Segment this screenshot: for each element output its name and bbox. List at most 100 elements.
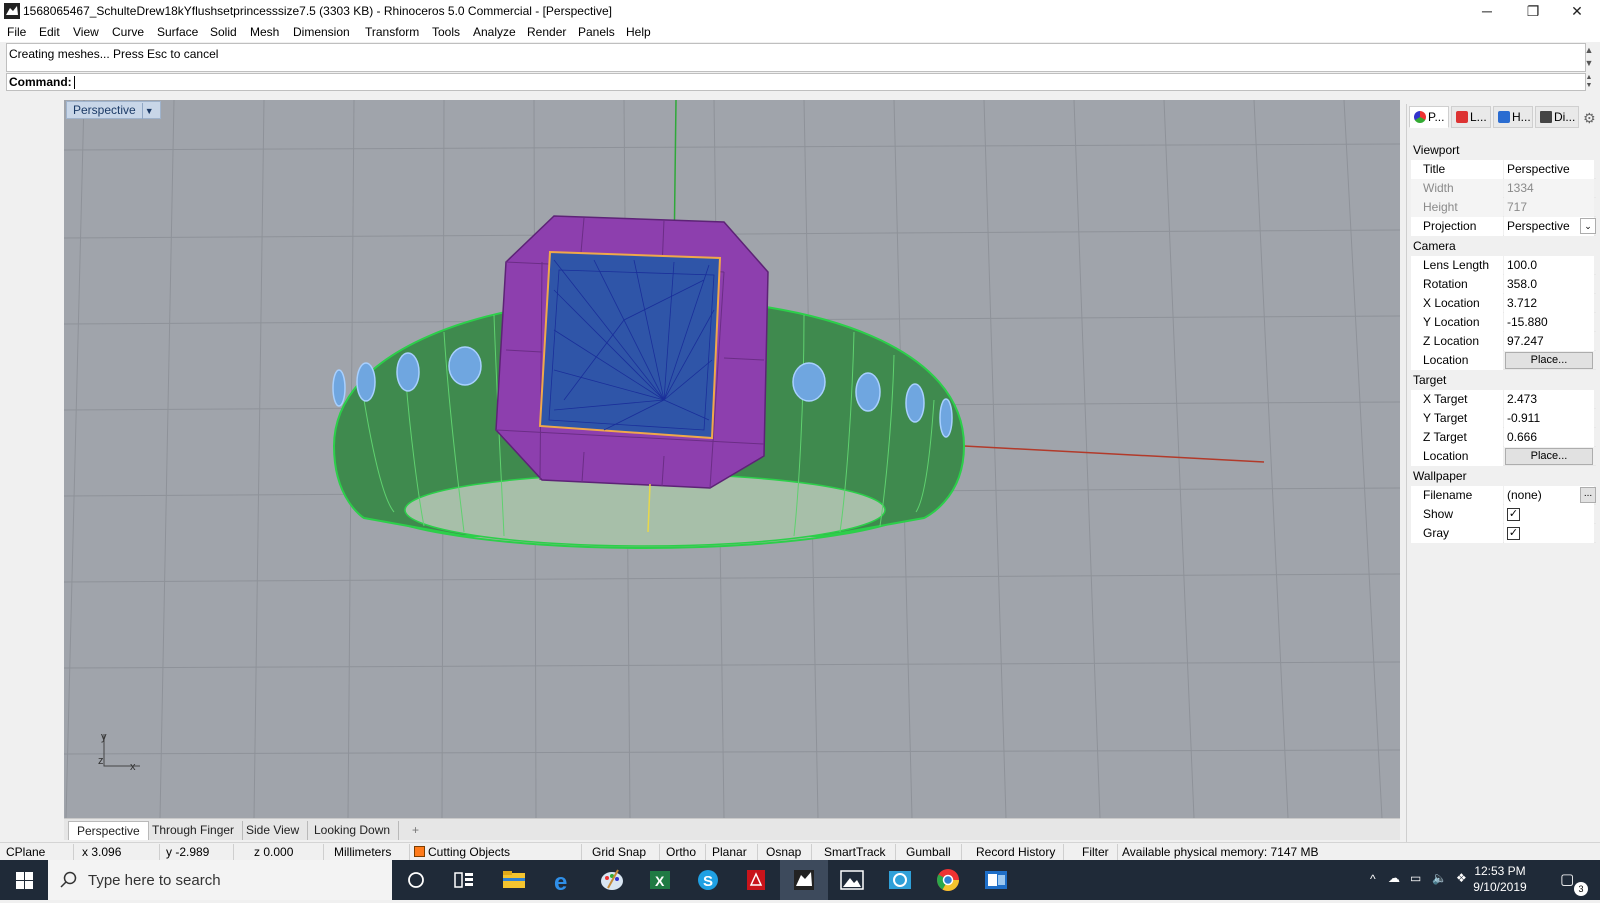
properties-grid: Viewport Title Perspective Width 1334 Heig… — [1411, 140, 1596, 543]
menu-edit[interactable]: Edit — [39, 25, 60, 39]
menu-help[interactable]: Help — [626, 25, 651, 39]
panel-settings-gear-icon[interactable]: ⚙ — [1583, 110, 1596, 127]
menu-render[interactable]: Render — [527, 25, 566, 39]
svg-text:e: e — [554, 869, 567, 896]
viewport-title-tab[interactable]: Perspective ▼ — [66, 101, 161, 119]
target-place-button[interactable]: Place... — [1505, 448, 1593, 465]
tab-through-finger[interactable]: Through Finger — [144, 821, 244, 840]
menu-dimension[interactable]: Dimension — [293, 25, 350, 39]
tab-display[interactable]: Di... — [1535, 106, 1579, 128]
prop-gray-label: Gray — [1411, 524, 1503, 543]
browse-wallpaper-button[interactable]: ... — [1580, 487, 1596, 503]
rhino-app-icon[interactable] — [4, 3, 20, 19]
outlook-icon[interactable] — [972, 860, 1020, 900]
network-icon[interactable]: ▭ — [1410, 871, 1421, 885]
gumball-toggle[interactable]: Gumball — [898, 844, 962, 861]
prop-zloc-value[interactable]: 97.247 — [1504, 332, 1594, 351]
task-view-icon[interactable] — [440, 860, 488, 900]
prop-height-value: 717 — [1504, 198, 1594, 217]
menu-surface[interactable]: Surface — [157, 25, 198, 39]
planar-toggle[interactable]: Planar — [708, 844, 758, 861]
clock-time[interactable]: 12:53 PM — [1472, 864, 1528, 878]
show-checkbox[interactable]: ✓ — [1507, 508, 1520, 521]
tab-perspective[interactable]: Perspective — [68, 821, 149, 840]
photos-icon[interactable] — [828, 860, 876, 900]
dropbox-icon[interactable]: ❖ — [1456, 871, 1467, 885]
command-line-scrollbar[interactable]: ▲ ▼ — [1582, 74, 1596, 90]
tab-properties[interactable]: P... — [1409, 106, 1449, 128]
taskbar-search-box[interactable]: Type here to search — [48, 860, 392, 900]
prop-lens-length: Lens Length 100.0 — [1411, 256, 1596, 275]
prop-yloc-value[interactable]: -15.880 — [1504, 313, 1594, 332]
layers-icon — [1456, 111, 1468, 123]
prop-title-label: Title — [1411, 160, 1503, 179]
command-history-text: Creating meshes... Press Esc to cancel — [9, 47, 219, 61]
menu-mesh[interactable]: Mesh — [250, 25, 279, 39]
display-icon — [1540, 111, 1552, 123]
menu-solid[interactable]: Solid — [210, 25, 237, 39]
rhino-taskbar-icon[interactable] — [780, 860, 828, 900]
prop-xt-value[interactable]: 2.473 — [1504, 390, 1594, 409]
tab-side-view[interactable]: Side View — [238, 821, 309, 840]
command-line[interactable]: Command: — [6, 73, 1586, 91]
perspective-viewport[interactable]: y x z — [64, 100, 1400, 818]
prop-zt-value[interactable]: 0.666 — [1504, 428, 1594, 447]
menu-tools[interactable]: Tools — [432, 25, 460, 39]
tab-looking-down[interactable]: Looking Down — [306, 821, 400, 840]
action-center-icon[interactable]: ▢ — [1560, 870, 1574, 888]
minimize-button[interactable]: ─ — [1464, 0, 1510, 22]
maximize-button[interactable]: ❐ — [1510, 0, 1556, 22]
volume-icon[interactable]: 🔈 — [1432, 871, 1447, 885]
smarttrack-toggle[interactable]: SmartTrack — [814, 844, 896, 861]
projection-dropdown-icon[interactable]: ⌄ — [1580, 218, 1596, 234]
command-history-scrollbar[interactable]: ▲ ▼ — [1582, 44, 1596, 71]
tab-layers[interactable]: L... — [1451, 106, 1491, 128]
viewport-menu-icon[interactable]: ▼ — [141, 103, 156, 119]
onedrive-icon[interactable]: ☁ — [1388, 871, 1400, 885]
cortana-icon[interactable] — [392, 860, 440, 900]
prop-title-value[interactable]: Perspective — [1504, 160, 1594, 179]
tab-help[interactable]: H... — [1493, 106, 1533, 128]
add-viewport-tab-button[interactable]: + — [404, 821, 427, 840]
menu-transform[interactable]: Transform — [365, 25, 419, 39]
excel-icon[interactable]: X — [636, 860, 684, 900]
windows-start-icon — [16, 872, 33, 889]
grid-snap-toggle[interactable]: Grid Snap — [584, 844, 660, 861]
search-icon — [60, 871, 77, 888]
sync-app-icon[interactable] — [876, 860, 924, 900]
close-button[interactable]: ✕ — [1554, 0, 1600, 22]
record-history-toggle[interactable]: Record History — [964, 844, 1064, 861]
status-cplane[interactable]: CPlane — [2, 844, 74, 861]
status-z-coordinate: z 0.000 — [236, 844, 324, 861]
section-target: Target — [1413, 373, 1447, 387]
menu-analyze[interactable]: Analyze — [473, 25, 516, 39]
prop-rotation-value[interactable]: 358.0 — [1504, 275, 1594, 294]
menu-view[interactable]: View — [73, 25, 99, 39]
menu-curve[interactable]: Curve — [112, 25, 144, 39]
osnap-toggle[interactable]: Osnap — [760, 844, 812, 861]
prop-xloc-value[interactable]: 3.712 — [1504, 294, 1594, 313]
edge-browser-icon[interactable]: e — [540, 860, 588, 900]
viewport-canvas[interactable]: y x z — [64, 100, 1400, 818]
tray-expand-icon[interactable]: ^ — [1370, 872, 1376, 886]
gray-checkbox[interactable]: ✓ — [1507, 527, 1520, 540]
camera-place-button[interactable]: Place... — [1505, 352, 1593, 369]
filter-toggle[interactable]: Filter — [1076, 844, 1118, 861]
prop-lens-value[interactable]: 100.0 — [1504, 256, 1594, 275]
menu-panels[interactable]: Panels — [578, 25, 615, 39]
file-explorer-icon[interactable] — [490, 860, 538, 900]
clock-date[interactable]: 9/10/2019 — [1472, 880, 1528, 894]
status-units[interactable]: Millimeters — [326, 844, 410, 861]
status-current-layer[interactable]: Cutting Objects — [410, 844, 582, 861]
section-viewport: Viewport — [1413, 143, 1460, 157]
skype-icon[interactable]: S — [684, 860, 732, 900]
acrobat-icon[interactable] — [732, 860, 780, 900]
left-toolbar-area — [0, 100, 64, 842]
paint-app-icon[interactable] — [588, 860, 636, 900]
ortho-toggle[interactable]: Ortho — [662, 844, 706, 861]
chrome-icon[interactable] — [924, 860, 972, 900]
menu-file[interactable]: File — [7, 25, 26, 39]
start-button[interactable] — [0, 860, 48, 900]
prop-yt-value[interactable]: -0.911 — [1504, 409, 1594, 428]
prop-width-value: 1334 — [1504, 179, 1594, 198]
